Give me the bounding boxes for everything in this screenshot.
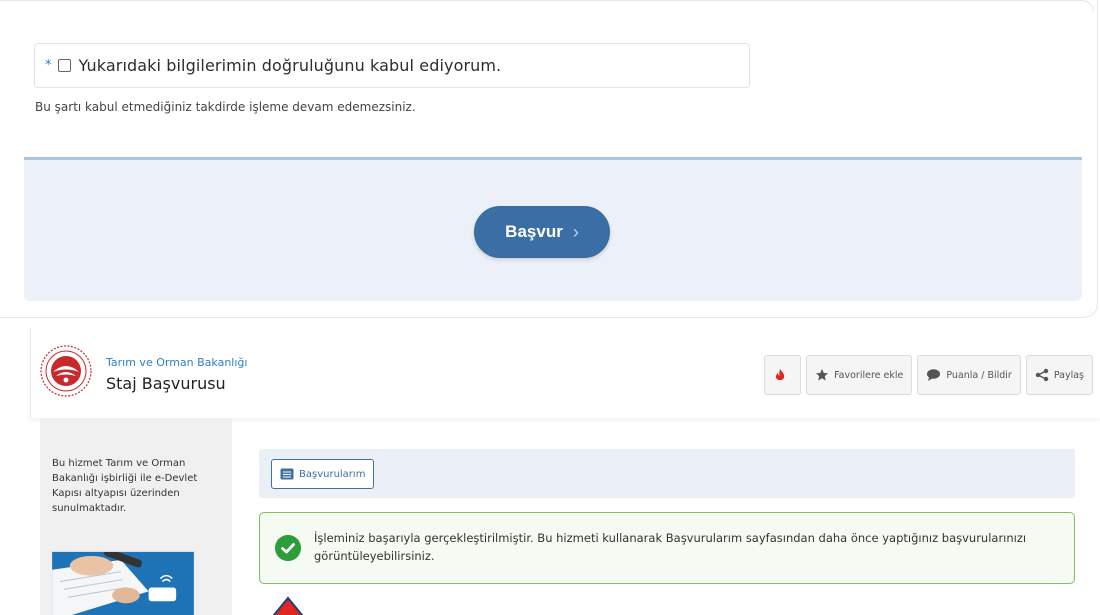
chevron-right-icon: › — [572, 221, 579, 242]
add-favorite-label: Favorilere ekle — [834, 369, 904, 381]
rate-report-label: Puanla / Bildir — [946, 369, 1012, 381]
sidebar-info: Bu hizmet Tarım ve Orman Bakanlığı işbir… — [52, 458, 198, 514]
apply-button-label: Başvur — [505, 222, 563, 241]
flame-icon — [775, 369, 785, 381]
page-title: Staj Başvurusu — [106, 374, 226, 393]
consent-form-card: * Yukarıdaki bilgilerimin doğruluğunu ka… — [0, 0, 1098, 318]
consent-label[interactable]: Yukarıdaki bilgilerimin doğruluğunu kabu… — [79, 56, 502, 75]
success-alert: İşleminiz başarıyla gerçekleştirilmiştir… — [259, 512, 1075, 584]
service-header: Tarım ve Orman Bakanlığı Staj Başvurusu … — [30, 328, 1100, 418]
service-illustration — [51, 551, 195, 615]
consent-hint: Bu şartı kabul etmediğiniz takdirde işle… — [35, 100, 416, 114]
share-label: Paylaş — [1053, 369, 1084, 381]
consent-checkbox[interactable] — [57, 59, 71, 72]
consent-checkbox-row[interactable]: * Yukarıdaki bilgilerimin doğruluğunu ka… — [34, 43, 750, 88]
ministry-logo — [40, 345, 92, 397]
share-icon — [1035, 368, 1049, 382]
tab-bar: Başvurularım — [259, 449, 1075, 498]
ministry-name[interactable]: Tarım ve Orman Bakanlığı — [106, 356, 247, 369]
share-button[interactable]: Paylaş — [1025, 355, 1093, 395]
popular-button[interactable] — [764, 355, 802, 395]
warning-triangle-icon — [272, 596, 304, 615]
list-icon — [280, 468, 294, 480]
required-marker: * — [45, 58, 52, 73]
star-icon — [816, 369, 829, 381]
success-message: İşleminiz başarıyla gerçekleştirilmiştir… — [314, 531, 1027, 563]
service-sidebar: Bu hizmet Tarım ve Orman Bakanlığı işbir… — [40, 418, 232, 615]
form-action-panel: Başvur › — [24, 157, 1082, 301]
rate-report-button[interactable]: Puanla / Bildir — [917, 355, 1021, 395]
check-circle-icon — [275, 535, 301, 561]
apply-button[interactable]: Başvur › — [474, 206, 610, 258]
my-applications-label: Başvurularım — [299, 468, 366, 480]
card-border — [0, 0, 1094, 12]
comment-icon — [927, 369, 941, 381]
my-applications-button[interactable]: Başvurularım — [271, 459, 375, 489]
add-favorite-button[interactable]: Favorilere ekle — [806, 355, 913, 395]
header-actions: Favorilere ekle Puanla / Bildir Paylaş — [764, 355, 1093, 395]
